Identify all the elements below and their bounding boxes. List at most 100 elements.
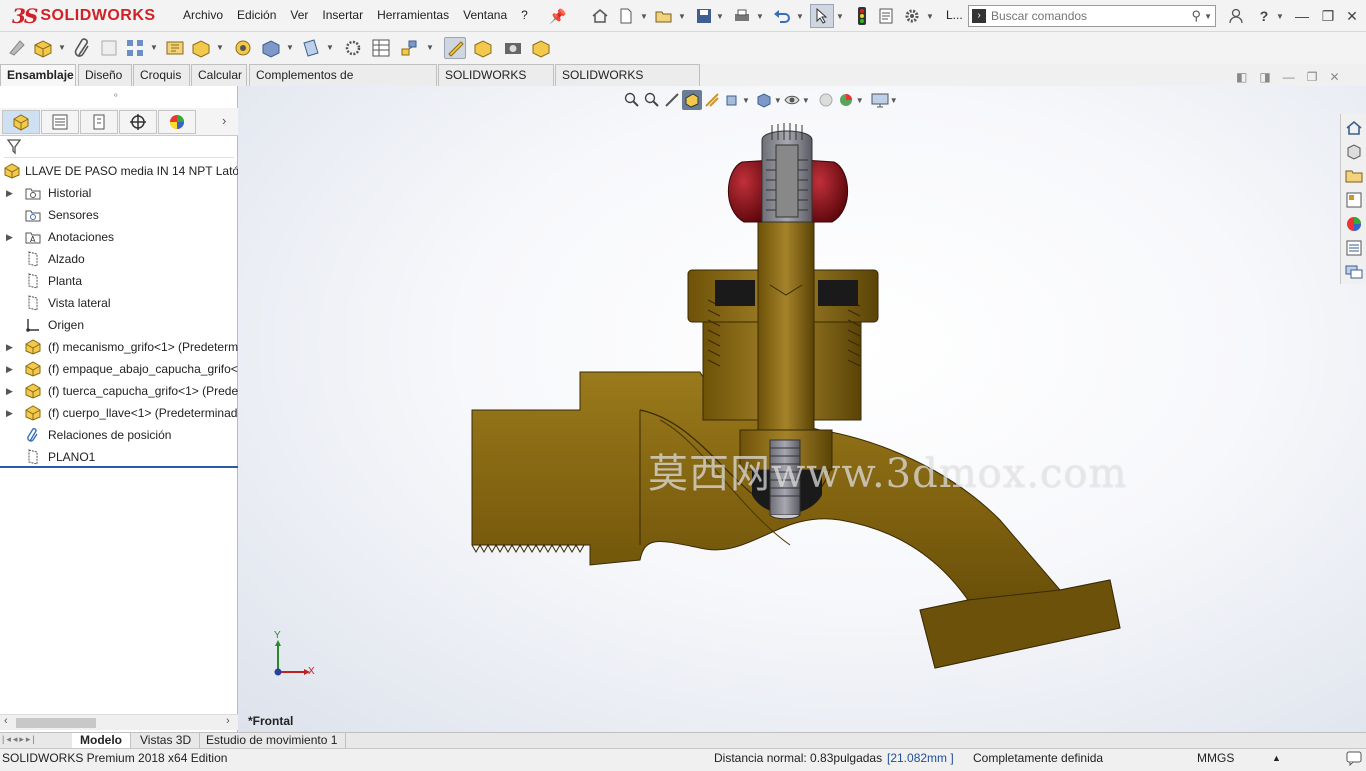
doc-restore-icon[interactable]: ❐ [1307, 70, 1318, 84]
expand-arrow-icon[interactable]: ▶ [6, 380, 13, 402]
chevron-down-icon[interactable]: ▼ [1276, 12, 1284, 21]
expand-arrow-icon[interactable]: ▶ [6, 336, 13, 358]
component-preview-icon[interactable] [98, 37, 120, 59]
save-icon[interactable] [694, 6, 714, 26]
chevron-down-icon[interactable]: ▼ [890, 96, 898, 116]
tab-diseno[interactable]: Diseño [78, 64, 132, 86]
assembly-features-icon[interactable] [260, 37, 282, 59]
tab-modelo[interactable]: Modelo [72, 733, 131, 749]
chevron-down-icon[interactable]: ▼ [58, 43, 66, 52]
display-style-icon[interactable] [754, 90, 774, 110]
chevron-down-icon[interactable]: ▼ [796, 12, 804, 21]
scroll-right-icon[interactable]: › [226, 715, 230, 727]
reference-geometry-icon[interactable] [300, 37, 322, 59]
minimize-icon[interactable]: — [1292, 6, 1312, 26]
tree-item[interactable]: ▶ A Anotaciones [0, 226, 238, 248]
rebuild-traffic-light-icon[interactable] [852, 6, 872, 26]
chevron-down-icon[interactable]: ▼ [286, 43, 294, 52]
snapshot-camera-icon[interactable] [502, 37, 524, 59]
new-motion-study-icon[interactable] [342, 37, 364, 59]
pin-icon[interactable]: 📌 [548, 6, 568, 26]
view-settings-monitor-icon[interactable] [870, 90, 890, 110]
tree-item[interactable]: ▶ (f) mecanismo_grifo<1> (Predetermi [0, 336, 238, 358]
section-view-icon[interactable] [682, 90, 702, 110]
tab-ensamblaje[interactable]: Ensamblaje [0, 64, 76, 86]
tree-item[interactable]: Planta [0, 270, 238, 292]
dynamic-annotation-views-icon[interactable] [702, 90, 722, 110]
chevron-down-icon[interactable]: ▼ [756, 12, 764, 21]
tab-vistas-3d[interactable]: Vistas 3D [132, 733, 201, 749]
move-component-icon[interactable] [190, 37, 212, 59]
tab-navigation-arrows[interactable]: |◂◂▸▸| [2, 734, 37, 745]
view-palette-icon[interactable] [1344, 190, 1364, 210]
expand-arrow-icon[interactable]: ▶ [6, 182, 13, 204]
chevron-down-icon[interactable]: ▼ [742, 96, 750, 116]
zoom-to-fit-icon[interactable] [622, 90, 642, 110]
chevron-down-icon[interactable]: ▼ [836, 12, 844, 21]
tab-feature-tree[interactable] [2, 110, 40, 134]
chevron-down-icon[interactable]: ▼ [216, 43, 224, 52]
horizontal-scrollbar[interactable]: ‹ › [0, 714, 238, 730]
select-cursor-icon[interactable] [810, 4, 834, 28]
menu-archivo[interactable]: Archivo [176, 8, 230, 22]
chevron-right-icon[interactable]: › [222, 113, 226, 128]
solidworks-logo[interactable]: 3S SOLIDWORKS [12, 3, 155, 29]
units-selector[interactable]: MMGS [1197, 749, 1234, 767]
tree-item[interactable]: Origen [0, 314, 238, 336]
tab-croquis[interactable]: Croquis [133, 64, 190, 86]
graphics-viewport[interactable]: 莫西网www.3dmox.com [238, 86, 1366, 732]
tree-item[interactable]: ▶ (f) empaque_abajo_capucha_grifo< [0, 358, 238, 380]
search-input[interactable] [991, 8, 1171, 24]
expand-arrow-icon[interactable]: ▶ [6, 358, 13, 380]
tab-configuration-manager[interactable] [80, 110, 118, 134]
file-explorer-icon[interactable] [1344, 166, 1364, 186]
edit-component-icon[interactable] [6, 37, 28, 59]
panel-grip-icon[interactable]: ⚬ [112, 90, 120, 101]
menu-herramientas[interactable]: Herramientas [370, 8, 456, 22]
hide-show-items-icon[interactable] [782, 90, 802, 110]
forum-chat-icon[interactable] [1344, 262, 1364, 282]
tab-complementos[interactable]: Complementos de SOLIDWORKS [249, 64, 437, 102]
tree-item[interactable]: ▶ Historial [0, 182, 238, 204]
solidworks-resources-home-icon[interactable] [1344, 118, 1364, 138]
scroll-left-icon[interactable]: ‹ [4, 715, 8, 727]
menu-help[interactable]: ? [514, 8, 535, 22]
file-properties-icon[interactable] [876, 6, 896, 26]
custom-properties-icon[interactable] [1344, 238, 1364, 258]
tab-property-manager[interactable] [41, 110, 79, 134]
close-icon[interactable]: ✕ [1342, 6, 1362, 26]
chevron-down-icon[interactable]: ▼ [640, 12, 648, 21]
open-folder-icon[interactable] [654, 6, 674, 26]
menu-ver[interactable]: Ver [283, 8, 315, 22]
print-icon[interactable] [732, 6, 752, 26]
apply-scene-icon[interactable] [836, 90, 856, 110]
view-orientation-icon[interactable] [722, 90, 742, 110]
user-icon[interactable] [1226, 6, 1246, 26]
chevron-down-icon[interactable]: ▼ [326, 43, 334, 52]
smart-fasteners-icon[interactable] [164, 37, 186, 59]
tab-estudio-movimiento[interactable]: Estudio de movimiento 1 [198, 733, 347, 749]
design-library-icon[interactable] [1344, 142, 1364, 162]
tile-right-icon[interactable]: ◨ [1259, 70, 1270, 84]
edit-appearance-icon[interactable] [816, 90, 836, 110]
restore-icon[interactable]: ❐ [1318, 6, 1338, 26]
search-commands-box[interactable]: › ⚲ ▼ [968, 5, 1216, 27]
insert-components-icon[interactable] [32, 37, 54, 59]
chevron-down-icon[interactable]: ▼ [926, 12, 934, 21]
chevron-down-icon[interactable]: ▼ [802, 96, 810, 116]
chevron-down-icon[interactable]: ▼ [774, 96, 782, 116]
tree-item[interactable]: ▶ (f) cuerpo_llave<1> (Predeterminad [0, 402, 238, 424]
doc-close-icon[interactable]: ✕ [1329, 70, 1339, 84]
show-hidden-components-icon[interactable] [232, 37, 254, 59]
appearances-scenes-icon[interactable] [1344, 214, 1364, 234]
doc-minimize-icon[interactable]: — [1283, 70, 1295, 84]
large-assembly-mode-icon[interactable] [530, 37, 552, 59]
menu-insertar[interactable]: Insertar [315, 8, 370, 22]
chevron-down-icon[interactable]: ▼ [150, 43, 158, 52]
chevron-down-icon[interactable]: ▼ [678, 12, 686, 21]
mate-paperclip-icon[interactable] [72, 37, 94, 59]
menu-ventana[interactable]: Ventana [456, 8, 514, 22]
tab-dimxpert-manager[interactable] [119, 110, 157, 134]
chevron-up-icon[interactable]: ▲ [1272, 749, 1281, 767]
menu-edicion[interactable]: Edición [230, 8, 283, 22]
